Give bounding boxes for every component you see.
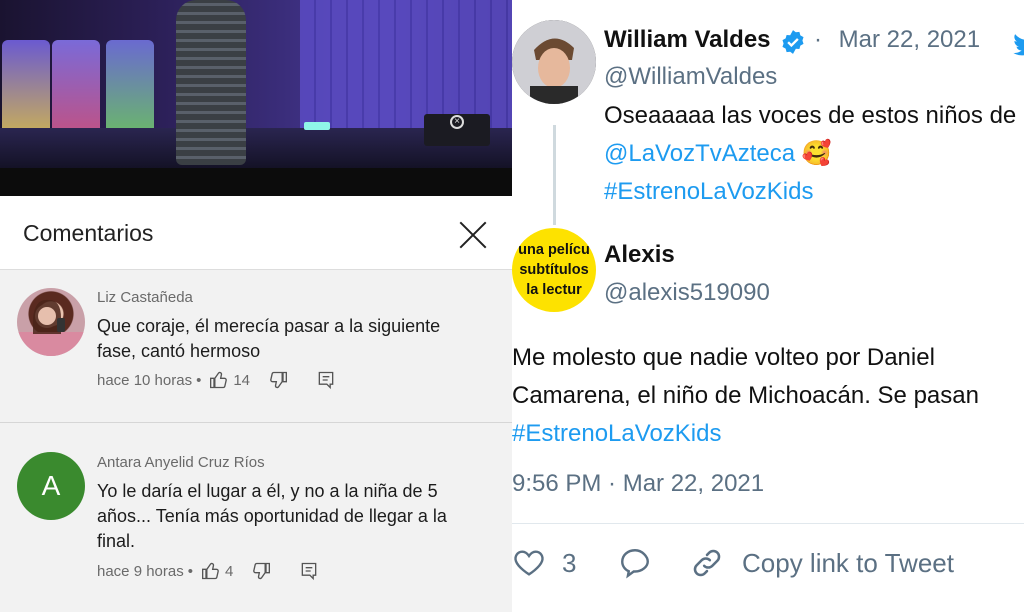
hashtag-link[interactable]: #EstrenoLaVozKids — [512, 420, 721, 447]
avatar[interactable]: una pelícu subtítulos la lectur — [512, 228, 596, 312]
thumbs-up-icon[interactable] — [209, 370, 229, 390]
copy-link-button[interactable]: Copy link to Tweet — [690, 546, 954, 580]
tweet-text-line: Me molesto que nadie volteo por Daniel — [512, 344, 935, 371]
tweet-date-text: Mar 22, 2021 — [838, 26, 981, 53]
reply-icon[interactable] — [299, 561, 319, 581]
video-performer — [176, 0, 246, 165]
separator-dot: • — [187, 562, 193, 580]
tweet-author-name[interactable]: Alexis — [604, 241, 675, 269]
composite-screenshot: × Comentarios Liz Castañeda Que coraje, … — [0, 0, 1024, 612]
verified-badge-icon — [782, 30, 804, 54]
heart-icon — [514, 550, 544, 576]
comment-time: hace 9 horas — [97, 562, 184, 580]
separator-dot: • — [196, 371, 202, 389]
tweet-date[interactable]: · Mar 22, 2021 — [814, 26, 980, 54]
avatar-text-line: una pelícu — [518, 242, 590, 258]
tweet-text-line: @LaVozTvAzteca 🥰 — [604, 135, 1016, 173]
comment-text-line: Yo le daría el lugar a él, y no a la niñ… — [97, 481, 438, 501]
tweet-text-line: Oseaaaaa las voces de estos niños de — [604, 102, 1017, 129]
comments-header: Comentarios — [0, 196, 512, 270]
mention-link[interactable]: @LaVozTvAzteca — [604, 140, 795, 167]
avatar-letter: A — [41, 470, 61, 501]
avatar-photo — [512, 20, 596, 104]
avatar[interactable] — [512, 20, 596, 104]
like-count: 4 — [225, 562, 234, 580]
tweet-text-line: #EstrenoLaVozKids — [604, 173, 1016, 211]
video-bottom-bar — [0, 168, 512, 196]
youtube-panel: × Comentarios Liz Castañeda Que coraje, … — [0, 0, 512, 612]
avatar[interactable]: A — [17, 452, 85, 520]
tweet-author-handle[interactable]: @WilliamValdes — [604, 63, 777, 91]
reply-bubble-icon — [621, 549, 649, 579]
like-count: 14 — [233, 371, 251, 389]
comment-list: Liz Castañeda Que coraje, él merecía pas… — [0, 270, 512, 612]
comments-title: Comentarios — [23, 220, 154, 246]
close-icon[interactable] — [458, 220, 488, 250]
twitter-logo-icon[interactable] — [1012, 30, 1024, 60]
separator-dot: · — [814, 26, 822, 53]
comment-text-line: final. — [97, 531, 136, 551]
avatar[interactable] — [17, 288, 85, 356]
tweet-timestamp[interactable]: 9:56 PM · Mar 22, 2021 — [512, 470, 764, 498]
copy-link-label: Copy link to Tweet — [742, 547, 954, 578]
thumbs-down-icon[interactable] — [251, 561, 271, 581]
like-count: 3 — [562, 547, 577, 578]
tweet-author-name[interactable]: William Valdes — [604, 26, 771, 54]
thread-connector-line — [553, 125, 556, 225]
comment-author[interactable]: Liz Castañeda — [97, 289, 193, 306]
link-icon — [693, 549, 721, 577]
close-circle-icon[interactable]: × — [450, 115, 464, 129]
comment-text-line: años... Tenía más oportunidad de llegar … — [97, 506, 447, 526]
tweet-divider — [512, 523, 1024, 524]
comment-time: hace 10 horas — [97, 371, 193, 389]
tweet-text-line: Camarena, el niño de Michoacán. Se pasan — [512, 382, 979, 409]
emoji: 🥰 — [801, 140, 832, 167]
comment-meta: hace 10 horas • 14 — [97, 370, 340, 390]
tweet-author-handle[interactable]: @alexis519090 — [604, 279, 770, 307]
hashtag-link[interactable]: #EstrenoLaVozKids — [604, 178, 813, 205]
thumbs-up-icon[interactable] — [201, 561, 221, 581]
comment-text-line: Que coraje, él merecía pasar a la siguie… — [97, 316, 441, 336]
reply-button[interactable] — [618, 546, 652, 580]
reply-icon[interactable] — [316, 370, 336, 390]
video-stage-light — [304, 122, 330, 130]
comment-text: Que coraje, él merecía pasar a la siguie… — [97, 314, 497, 364]
like-button[interactable]: 3 — [512, 546, 576, 580]
comment-text: Yo le daría el lugar a él, y no a la niñ… — [97, 479, 497, 554]
comment-text-line: fase, cantó hermoso — [97, 341, 261, 361]
tweet-text: Oseaaaaa las voces de estos niños de @La… — [604, 97, 1016, 211]
comment-divider — [0, 422, 512, 423]
thumbs-down-icon[interactable] — [268, 370, 288, 390]
tweet-text: Me molesto que nadie volteo por Daniel C… — [512, 339, 979, 453]
avatar-photo — [17, 299, 85, 356]
comment-meta: hace 9 horas • 4 — [97, 561, 323, 581]
comment-author[interactable]: Antara Anyelid Cruz Ríos — [97, 454, 265, 471]
tweet-text-line: #EstrenoLaVozKids — [512, 415, 979, 453]
avatar-text-line: subtítulos — [519, 262, 589, 278]
avatar-text-line: la lectur — [526, 282, 582, 298]
video-player[interactable]: × — [0, 0, 512, 196]
